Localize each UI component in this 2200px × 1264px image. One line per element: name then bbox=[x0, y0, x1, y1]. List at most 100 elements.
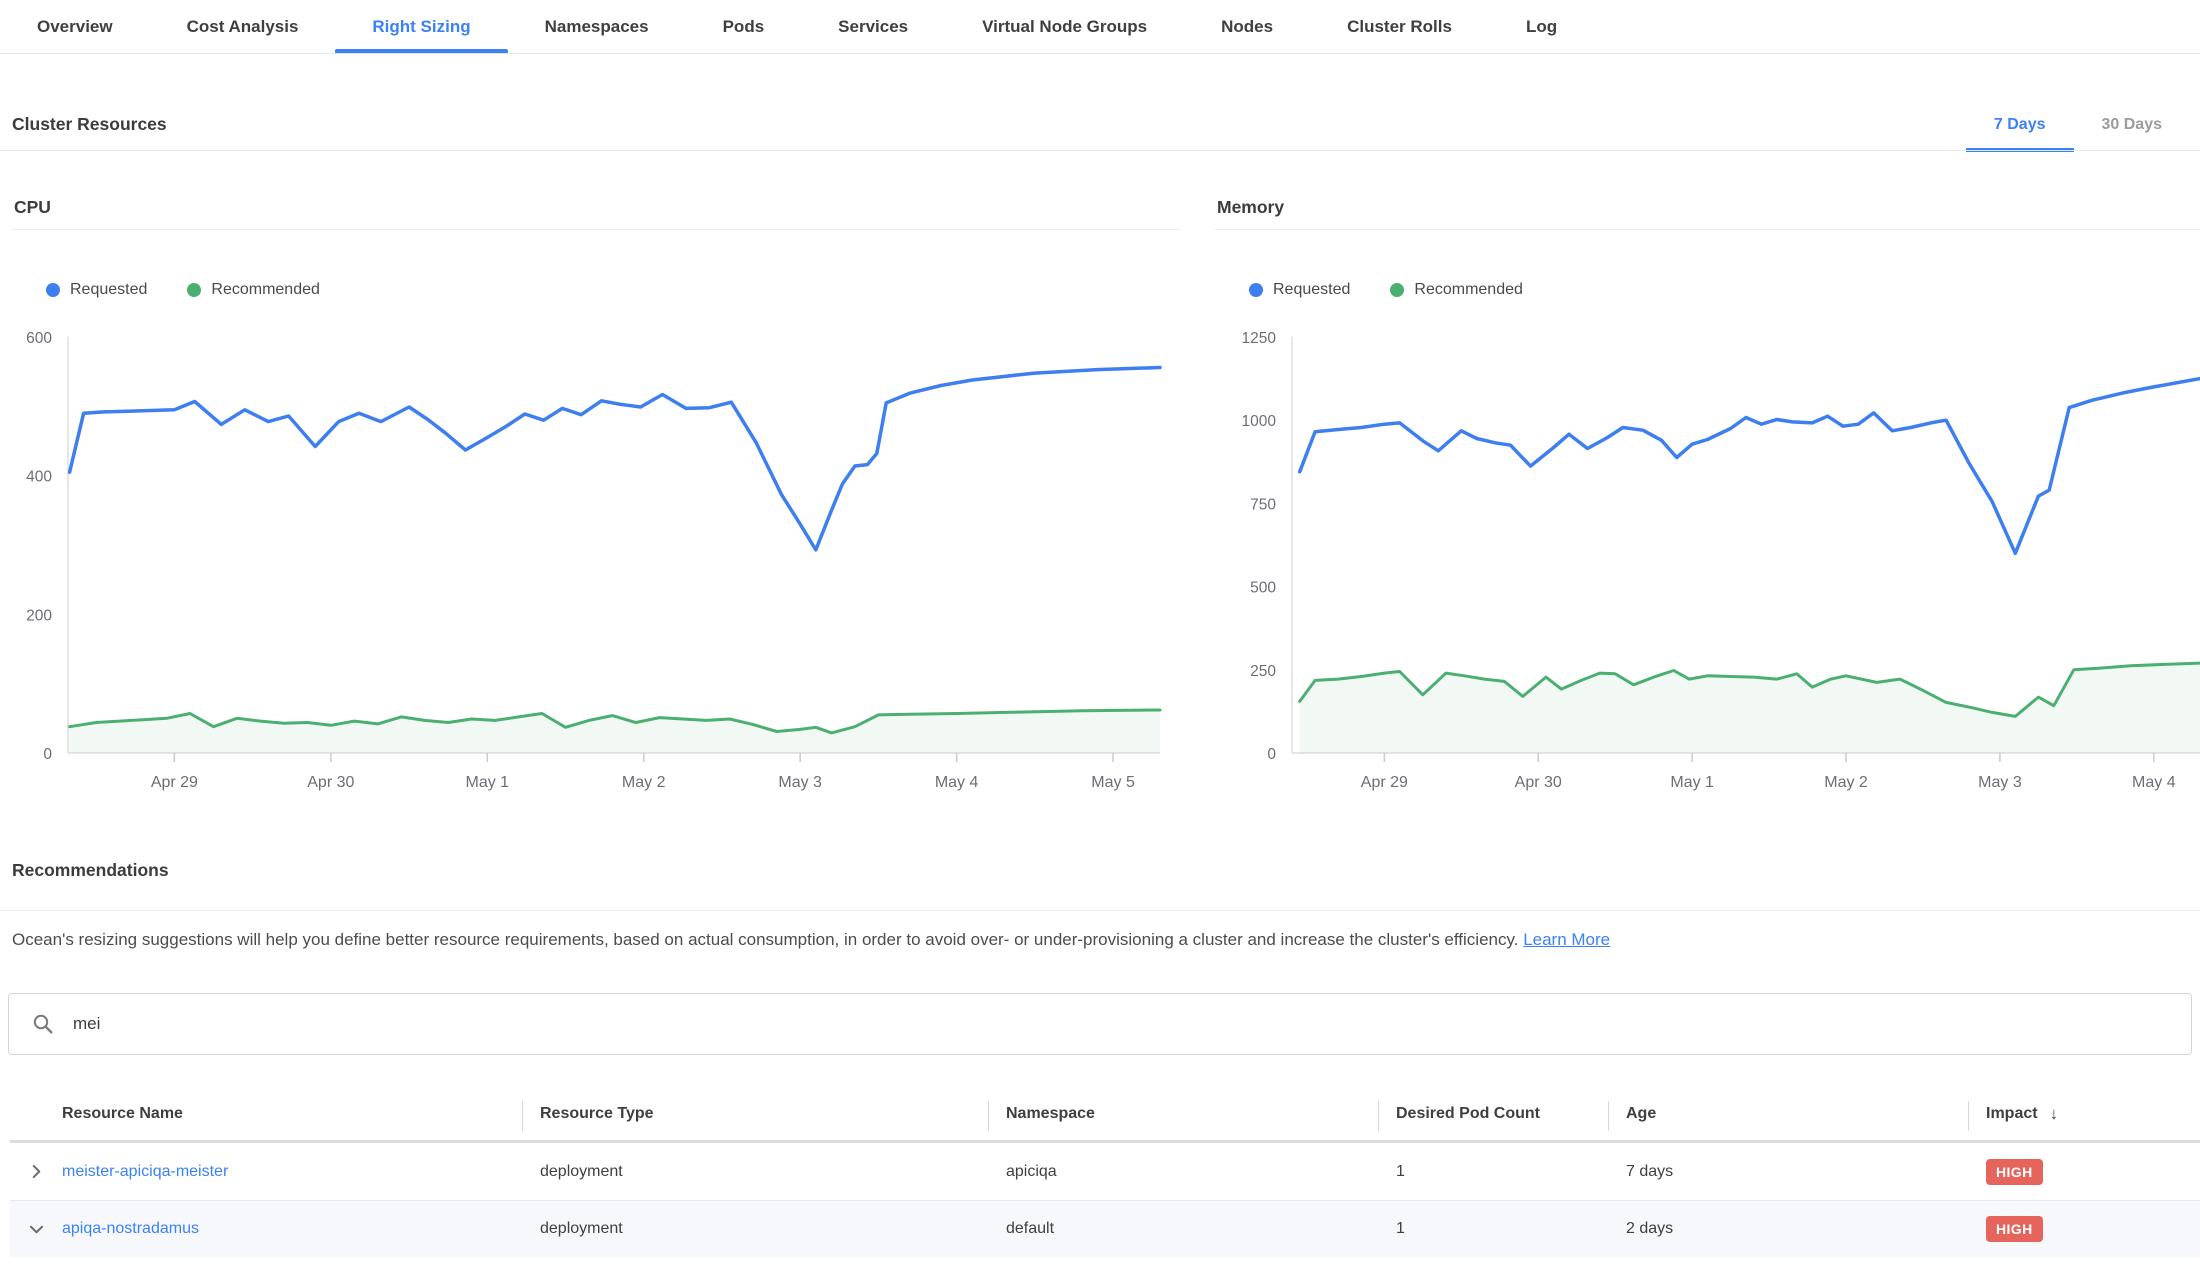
cell-value: 2 days bbox=[1626, 1220, 1673, 1238]
column-divider bbox=[522, 1101, 523, 1131]
chevron-right-icon[interactable] bbox=[27, 1162, 46, 1181]
table-body: meister-apiciqa-meister deployment apiciqa… bbox=[10, 1143, 2200, 1257]
recommended-legend-dot-icon bbox=[187, 283, 201, 297]
tab-nodes[interactable]: Nodes bbox=[1184, 0, 1310, 53]
tab-bar: OverviewCost AnalysisRight SizingNamespa… bbox=[0, 0, 2200, 54]
svg-text:May 5: May 5 bbox=[1091, 774, 1135, 791]
memory-chart-panel: Memory Requested Recommended 0 250 500 750 10… bbox=[1215, 195, 2200, 800]
table-header: Resource Name Resource Type Namespace Desir… bbox=[10, 1088, 2200, 1143]
tab-cost-analysis[interactable]: Cost Analysis bbox=[150, 0, 336, 53]
tab-overview[interactable]: Overview bbox=[0, 0, 150, 53]
cell-value: default bbox=[1006, 1220, 1054, 1238]
resource-name-link[interactable]: meister-apiciqa-meister bbox=[62, 1163, 228, 1181]
svg-text:May 4: May 4 bbox=[935, 774, 979, 791]
legend-item-recommended: Recommended bbox=[187, 281, 320, 299]
column-header-desired-pod-count[interactable]: Desired Pod Count bbox=[1378, 1088, 1608, 1140]
cell-value: 1 bbox=[1396, 1220, 1405, 1238]
svg-text:1250: 1250 bbox=[1242, 330, 1277, 347]
column-header-label: Resource Name bbox=[62, 1105, 183, 1123]
table-cell-desired-pod-count: 1 bbox=[1378, 1201, 1608, 1257]
svg-text:500: 500 bbox=[1250, 580, 1276, 597]
memory-title-divider bbox=[1215, 229, 2200, 230]
tab-services[interactable]: Services bbox=[801, 0, 945, 53]
cpu-chart-legend: Requested Recommended bbox=[46, 281, 320, 299]
learn-more-link[interactable]: Learn More bbox=[1523, 930, 1610, 949]
recommendations-table: Resource Name Resource Type Namespace Desir… bbox=[10, 1088, 2200, 1257]
column-divider bbox=[1968, 1101, 1969, 1131]
column-header-label: Desired Pod Count bbox=[1396, 1105, 1540, 1123]
sort-descending-icon[interactable]: ↓ bbox=[2050, 1104, 2059, 1124]
svg-text:Apr 29: Apr 29 bbox=[1361, 774, 1408, 791]
cpu-title-divider bbox=[12, 229, 1180, 230]
svg-text:May 4: May 4 bbox=[2132, 774, 2176, 791]
svg-text:250: 250 bbox=[1250, 663, 1276, 680]
chevron-down-icon[interactable] bbox=[27, 1220, 46, 1239]
resource-name-link[interactable]: apiqa-nostradamus bbox=[62, 1220, 199, 1238]
column-header-label: Resource Type bbox=[540, 1105, 654, 1123]
svg-text:May 3: May 3 bbox=[778, 774, 822, 791]
memory-line-chart: 025050075010001250Apr 29Apr 30May 1May 2… bbox=[1215, 320, 2200, 795]
column-divider bbox=[1608, 1101, 1609, 1131]
svg-text:May 3: May 3 bbox=[1978, 774, 2022, 791]
column-header-expander bbox=[10, 1088, 62, 1140]
legend-item-requested: Requested bbox=[1249, 281, 1350, 299]
svg-text:1000: 1000 bbox=[1242, 413, 1277, 430]
recommendations-title: Recommendations bbox=[12, 860, 169, 881]
cell-value: deployment bbox=[540, 1163, 623, 1181]
column-header-label: Age bbox=[1626, 1105, 1656, 1123]
table-cell-impact: HIGH bbox=[1968, 1143, 2200, 1200]
legend-item-recommended: Recommended bbox=[1390, 281, 1523, 299]
column-header-impact[interactable]: Impact ↓ bbox=[1968, 1088, 2200, 1140]
column-header-resource-type[interactable]: Resource Type bbox=[522, 1088, 988, 1140]
table-cell-expander bbox=[10, 1201, 62, 1257]
column-header-label: Namespace bbox=[1006, 1105, 1095, 1123]
table-cell-age: 7 days bbox=[1608, 1143, 1968, 1200]
cell-value: 1 bbox=[1396, 1163, 1405, 1181]
svg-text:May 1: May 1 bbox=[1670, 774, 1714, 791]
cpu-chart-panel: CPU RequestedRecommended 0200400600Apr 2… bbox=[12, 195, 1180, 800]
range-toggle: 7 Days30 Days bbox=[1966, 98, 2190, 151]
memory-chart-title: Memory bbox=[1217, 197, 1284, 218]
range-30-days[interactable]: 30 Days bbox=[2074, 98, 2191, 151]
table-cell-desired-pod-count: 1 bbox=[1378, 1143, 1608, 1200]
legend-label: Recommended bbox=[211, 281, 320, 299]
tab-pods[interactable]: Pods bbox=[686, 0, 802, 53]
search-icon bbox=[31, 1012, 55, 1036]
range-7-days[interactable]: 7 Days bbox=[1966, 98, 2074, 151]
table-cell-resource-type: deployment bbox=[522, 1143, 988, 1200]
search-input[interactable] bbox=[71, 1013, 2191, 1035]
requested-legend-dot-icon bbox=[46, 283, 60, 297]
tab-right-sizing[interactable]: Right Sizing bbox=[335, 0, 507, 53]
table-cell-expander bbox=[10, 1143, 62, 1200]
svg-text:0: 0 bbox=[1267, 746, 1276, 763]
legend-label: Requested bbox=[70, 281, 147, 299]
table-cell-namespace: apiciqa bbox=[988, 1143, 1378, 1200]
svg-text:Apr 30: Apr 30 bbox=[307, 774, 354, 791]
recommendations-divider bbox=[0, 910, 2200, 911]
table-cell-resource-type: deployment bbox=[522, 1201, 988, 1257]
svg-text:Apr 29: Apr 29 bbox=[151, 774, 198, 791]
column-header-label: Impact bbox=[1986, 1105, 2038, 1123]
cpu-line-chart: 0200400600Apr 29Apr 30May 1May 2May 3May… bbox=[12, 320, 1180, 795]
svg-text:0: 0 bbox=[43, 746, 52, 763]
tab-namespaces[interactable]: Namespaces bbox=[508, 0, 686, 53]
cell-value: apiciqa bbox=[1006, 1163, 1057, 1181]
table-cell-namespace: default bbox=[988, 1201, 1378, 1257]
svg-text:750: 750 bbox=[1250, 496, 1276, 513]
svg-text:200: 200 bbox=[26, 607, 52, 624]
column-header-age[interactable]: Age bbox=[1608, 1088, 1968, 1140]
table-cell-age: 2 days bbox=[1608, 1201, 1968, 1257]
legend-label: Recommended bbox=[1414, 281, 1523, 299]
column-header-resource-name[interactable]: Resource Name bbox=[62, 1088, 522, 1140]
tab-virtual-node-groups[interactable]: Virtual Node Groups bbox=[945, 0, 1184, 53]
tab-log[interactable]: Log bbox=[1489, 0, 1594, 53]
tab-cluster-rolls[interactable]: Cluster Rolls bbox=[1310, 0, 1489, 53]
recommendations-description: Ocean's resizing suggestions will help y… bbox=[12, 930, 2180, 950]
memory-chart-legend: Requested Recommended bbox=[1249, 281, 1523, 299]
search-box[interactable] bbox=[8, 993, 2192, 1055]
section-divider bbox=[0, 150, 2200, 151]
column-divider bbox=[988, 1101, 989, 1131]
svg-text:600: 600 bbox=[26, 330, 52, 347]
column-header-namespace[interactable]: Namespace bbox=[988, 1088, 1378, 1140]
legend-label: Requested bbox=[1273, 281, 1350, 299]
